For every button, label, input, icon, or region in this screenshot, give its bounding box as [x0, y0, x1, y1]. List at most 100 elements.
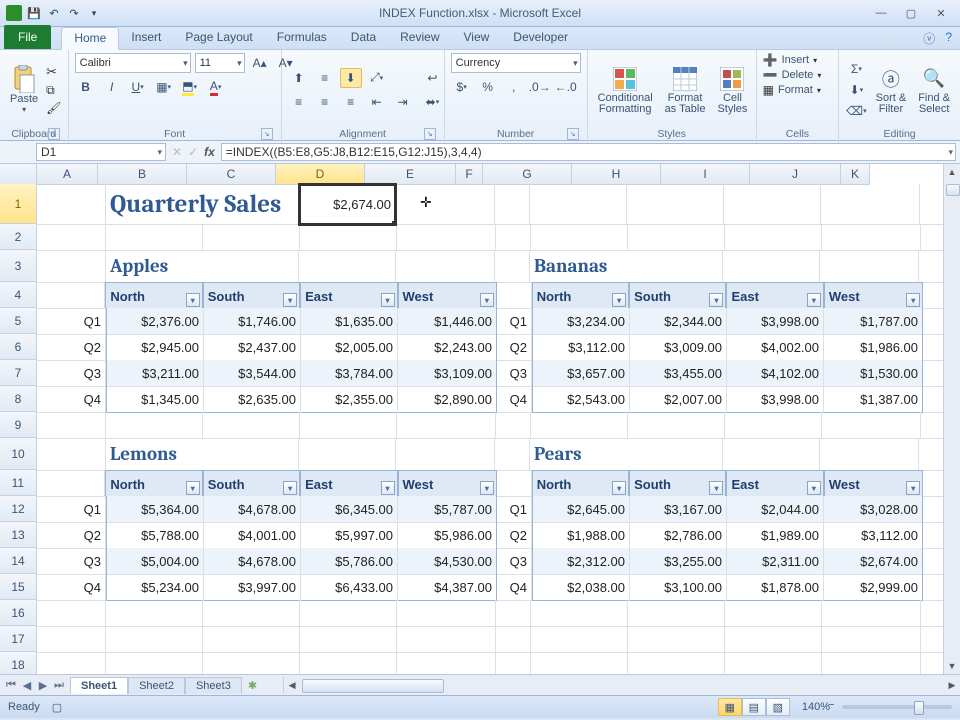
data-cell[interactable]: $3,998.00 — [727, 386, 824, 413]
cell[interactable] — [37, 652, 106, 674]
quarter-label[interactable]: Q1 — [497, 496, 532, 523]
data-cell[interactable]: $2,945.00 — [106, 334, 204, 361]
row-header-5[interactable]: 5 — [0, 308, 37, 334]
data-cell[interactable]: $2,243.00 — [398, 334, 497, 361]
cell[interactable] — [397, 626, 496, 653]
data-cell[interactable]: $1,989.00 — [727, 522, 824, 549]
cell[interactable] — [822, 412, 921, 439]
cell[interactable] — [531, 626, 628, 653]
vertical-scroll-thumb[interactable] — [946, 184, 960, 196]
data-cell[interactable]: $2,786.00 — [630, 522, 727, 549]
help-icon[interactable]: ? — [945, 30, 952, 47]
data-cell[interactable]: $2,543.00 — [532, 386, 630, 413]
increase-decimal-icon[interactable]: .0→ — [529, 77, 551, 97]
table-header[interactable]: South▾ — [203, 470, 300, 498]
data-cell[interactable]: $3,028.00 — [824, 496, 923, 523]
close-button[interactable]: ✕ — [930, 6, 952, 20]
cell[interactable] — [822, 600, 921, 627]
insert-function-icon[interactable]: fx — [204, 145, 215, 159]
align-center-icon[interactable]: ≡ — [314, 92, 336, 112]
cancel-formula-icon[interactable]: ✕ — [172, 145, 182, 159]
page-layout-view-button[interactable]: ▤ — [742, 698, 766, 716]
cell[interactable] — [37, 184, 106, 225]
data-cell[interactable]: $1,787.00 — [824, 308, 923, 335]
row-header-18[interactable]: 18 — [0, 652, 37, 674]
filter-dropdown-icon[interactable]: ▾ — [612, 293, 626, 307]
selected-cell[interactable]: $2,674.00 — [299, 184, 396, 225]
quarter-label[interactable]: Q3 — [497, 360, 532, 387]
filter-dropdown-icon[interactable]: ▾ — [709, 293, 723, 307]
cell[interactable] — [821, 184, 920, 225]
cell[interactable] — [495, 438, 530, 471]
column-header-D[interactable]: D — [276, 164, 365, 185]
quarter-label[interactable]: Q2 — [497, 334, 532, 361]
data-cell[interactable]: $3,455.00 — [630, 360, 727, 387]
scroll-down-icon[interactable]: ▼ — [944, 658, 960, 674]
column-header-E[interactable]: E — [365, 164, 456, 185]
autosum-button[interactable]: Σ▾ — [845, 59, 867, 79]
cell[interactable] — [495, 250, 530, 283]
quarter-label[interactable]: Q3 — [497, 548, 532, 575]
column-header-J[interactable]: J — [750, 164, 841, 185]
column-header-A[interactable]: A — [37, 164, 98, 185]
filter-dropdown-icon[interactable]: ▾ — [480, 481, 494, 495]
cell[interactable] — [37, 250, 106, 283]
cell[interactable] — [37, 626, 106, 653]
data-cell[interactable]: $2,007.00 — [630, 386, 727, 413]
increase-indent-icon[interactable]: ⇥ — [392, 92, 414, 112]
cell[interactable] — [37, 600, 106, 627]
cell[interactable] — [822, 652, 921, 674]
data-cell[interactable]: $5,997.00 — [301, 522, 398, 549]
data-cell[interactable]: $1,878.00 — [727, 574, 824, 601]
quarter-label[interactable]: Q2 — [37, 522, 106, 549]
data-cell[interactable]: $3,109.00 — [398, 360, 497, 387]
filter-dropdown-icon[interactable]: ▾ — [807, 481, 821, 495]
table-header[interactable]: North▾ — [532, 282, 629, 310]
filter-dropdown-icon[interactable]: ▾ — [480, 293, 494, 307]
data-cell[interactable]: $2,355.00 — [301, 386, 398, 413]
cell[interactable] — [723, 438, 820, 471]
align-right-icon[interactable]: ≡ — [340, 92, 362, 112]
data-cell[interactable]: $3,784.00 — [301, 360, 398, 387]
cell[interactable] — [203, 412, 300, 439]
qat-customize-icon[interactable]: ▾ — [86, 5, 102, 21]
ribbon-tab-view[interactable]: View — [452, 27, 502, 49]
data-cell[interactable]: $1,986.00 — [824, 334, 923, 361]
number-launcher-icon[interactable]: ↘ — [567, 128, 579, 140]
cell[interactable] — [106, 652, 203, 674]
row-header-6[interactable]: 6 — [0, 334, 37, 360]
minimize-button[interactable]: — — [870, 6, 892, 20]
filter-dropdown-icon[interactable]: ▾ — [709, 481, 723, 495]
row-header-8[interactable]: 8 — [0, 386, 37, 412]
delete-cells-button[interactable]: ➖Delete▾ — [763, 68, 822, 82]
data-cell[interactable]: $6,345.00 — [301, 496, 398, 523]
select-all-corner[interactable] — [0, 164, 37, 185]
cell[interactable] — [299, 438, 396, 471]
table-header[interactable]: East▾ — [300, 470, 397, 498]
data-cell[interactable]: $2,890.00 — [398, 386, 497, 413]
orientation-icon[interactable]: ⤢▾ — [366, 68, 388, 88]
ribbon-tab-data[interactable]: Data — [339, 27, 388, 49]
data-cell[interactable]: $5,364.00 — [106, 496, 204, 523]
align-left-icon[interactable]: ≡ — [288, 92, 310, 112]
minimize-ribbon-icon[interactable]: ⓥ — [923, 30, 935, 47]
cell[interactable] — [300, 652, 397, 674]
cell[interactable] — [628, 652, 725, 674]
filter-dropdown-icon[interactable]: ▾ — [186, 293, 200, 307]
zoom-level[interactable]: 140% — [802, 701, 830, 713]
insert-cells-button[interactable]: ➕Insert▾ — [763, 53, 817, 67]
sheet-tab-sheet2[interactable]: Sheet2 — [128, 677, 185, 694]
enter-formula-icon[interactable]: ✓ — [188, 145, 198, 159]
filter-dropdown-icon[interactable]: ▾ — [283, 293, 297, 307]
row-header-15[interactable]: 15 — [0, 574, 37, 600]
table-header[interactable]: West▾ — [824, 282, 923, 310]
row-header-14[interactable]: 14 — [0, 548, 37, 574]
table-header[interactable]: West▾ — [824, 470, 923, 498]
data-cell[interactable]: $3,998.00 — [727, 308, 824, 335]
clear-button[interactable]: ⌫▾ — [845, 101, 867, 121]
row-header-3[interactable]: 3 — [0, 250, 37, 282]
quarter-label[interactable]: Q3 — [37, 360, 106, 387]
fill-color-button[interactable]: ⬒▾ — [179, 77, 201, 97]
table-header[interactable]: West▾ — [398, 282, 497, 310]
data-cell[interactable]: $4,387.00 — [398, 574, 497, 601]
